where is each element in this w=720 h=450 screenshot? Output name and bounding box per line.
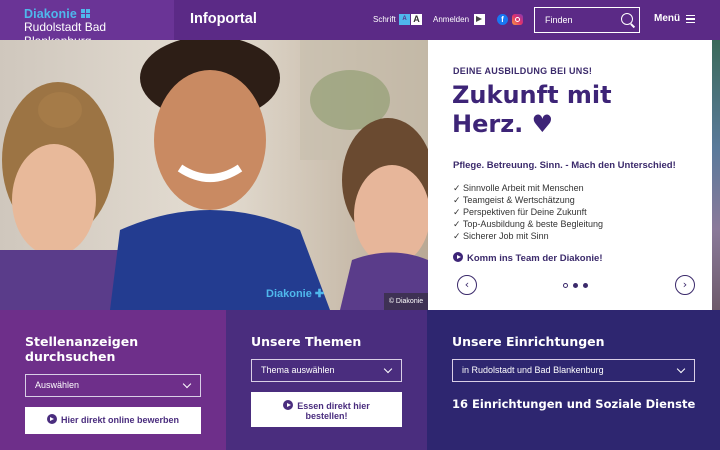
svg-text:Diakonie ✚: Diakonie ✚	[266, 288, 324, 300]
topics-panel-title: Unsere Themen	[251, 334, 362, 349]
login-link[interactable]: Anmelden	[433, 15, 469, 24]
hero-tagline: Pflege. Betreuung. Sinn. - Mach den Unte…	[453, 160, 676, 171]
next-slide-preview	[712, 40, 720, 310]
facilities-panel: Unsere Einrichtungen in Rudolstadt und B…	[427, 310, 720, 450]
chevron-down-icon	[676, 364, 686, 374]
slider-dot-2[interactable]	[573, 283, 578, 288]
facilities-summary: 16 Einrichtungen und Soziale Dienste	[452, 397, 696, 411]
hero-photo: Diakonie ✚ © Diakonie	[0, 40, 428, 310]
benefit-list: ✓ Sinnvolle Arbeit mit Menschen ✓ Teamge…	[453, 182, 603, 242]
hero-headline: Zukunft mit Herz. ♥	[452, 81, 612, 138]
font-size-label: Schrift	[373, 15, 396, 24]
portal-title[interactable]: Infoportal	[190, 11, 257, 27]
chevron-down-icon	[182, 379, 192, 389]
hamburger-icon[interactable]	[686, 15, 695, 23]
facebook-icon[interactable]: f	[497, 14, 508, 25]
facilities-select-value: in Rudolstadt und Bad Blankenburg	[462, 365, 604, 375]
chevron-down-icon	[383, 364, 393, 374]
list-item: ✓ Top-Ausbildung & beste Begleitung	[453, 219, 603, 229]
hero-section: Diakonie ✚ © Diakonie DEINE AUSBILDUNG B…	[0, 40, 720, 310]
slider-dot-1[interactable]	[563, 283, 568, 288]
order-food-button[interactable]: Essen direkt hier bestellen!	[251, 392, 402, 427]
hero-eyebrow: DEINE AUSBILDUNG BEI UNS!	[453, 66, 593, 76]
apply-online-button[interactable]: Hier direkt online bewerben	[25, 407, 201, 434]
facilities-select[interactable]: in Rudolstadt und Bad Blankenburg	[452, 359, 695, 382]
list-item: ✓ Teamgeist & Wertschätzung	[453, 195, 575, 205]
list-item: ✓ Perspektiven für Deine Zukunft	[453, 207, 587, 217]
hero-photo-illustration: Diakonie ✚	[0, 40, 428, 310]
logo-brand: Diakonie	[24, 7, 90, 21]
jobs-panel: Stellenanzeigen durchsuchen Auswählen Hi…	[0, 310, 226, 450]
topics-select-value: Thema auswählen	[261, 365, 335, 375]
jobs-select-value: Auswählen	[35, 380, 80, 390]
slider-dot-3[interactable]	[583, 283, 588, 288]
login-icon[interactable]	[474, 14, 485, 25]
search-box	[534, 7, 640, 33]
search-icon[interactable]	[621, 13, 633, 25]
font-size-small-button[interactable]: A	[399, 14, 410, 25]
list-item: ✓ Sicherer Job mit Sinn	[453, 231, 549, 241]
arrow-circle-icon	[46, 414, 57, 424]
slider-prev-button[interactable]: ‹	[457, 275, 477, 295]
photo-credit: © Diakonie	[384, 293, 428, 310]
topics-panel: Unsere Themen Thema auswählen Essen dire…	[226, 310, 427, 450]
hero-teaser-card: DEINE AUSBILDUNG BEI UNS! Zukunft mit He…	[428, 40, 712, 310]
jobs-panel-title: Stellenanzeigen durchsuchen	[25, 334, 139, 364]
list-item: ✓ Sinnvolle Arbeit mit Menschen	[453, 183, 584, 193]
menu-button[interactable]: Menü	[654, 13, 680, 24]
font-size-large-button[interactable]: A	[411, 14, 422, 25]
instagram-icon[interactable]	[512, 14, 523, 25]
arrow-circle-icon	[283, 400, 294, 410]
logo[interactable]: Diakonie Rudolstadt Bad Blankenburg	[0, 0, 174, 48]
join-team-link[interactable]: Komm ins Team der Diakonie!	[453, 252, 603, 264]
search-input[interactable]	[535, 8, 615, 32]
arrow-circle-icon	[453, 252, 463, 262]
slider-next-button[interactable]: ›	[675, 275, 695, 295]
facilities-panel-title: Unsere Einrichtungen	[452, 334, 605, 349]
diakonie-cross-icon	[80, 9, 90, 18]
jobs-select[interactable]: Auswählen	[25, 374, 201, 397]
topics-select[interactable]: Thema auswählen	[251, 359, 402, 382]
